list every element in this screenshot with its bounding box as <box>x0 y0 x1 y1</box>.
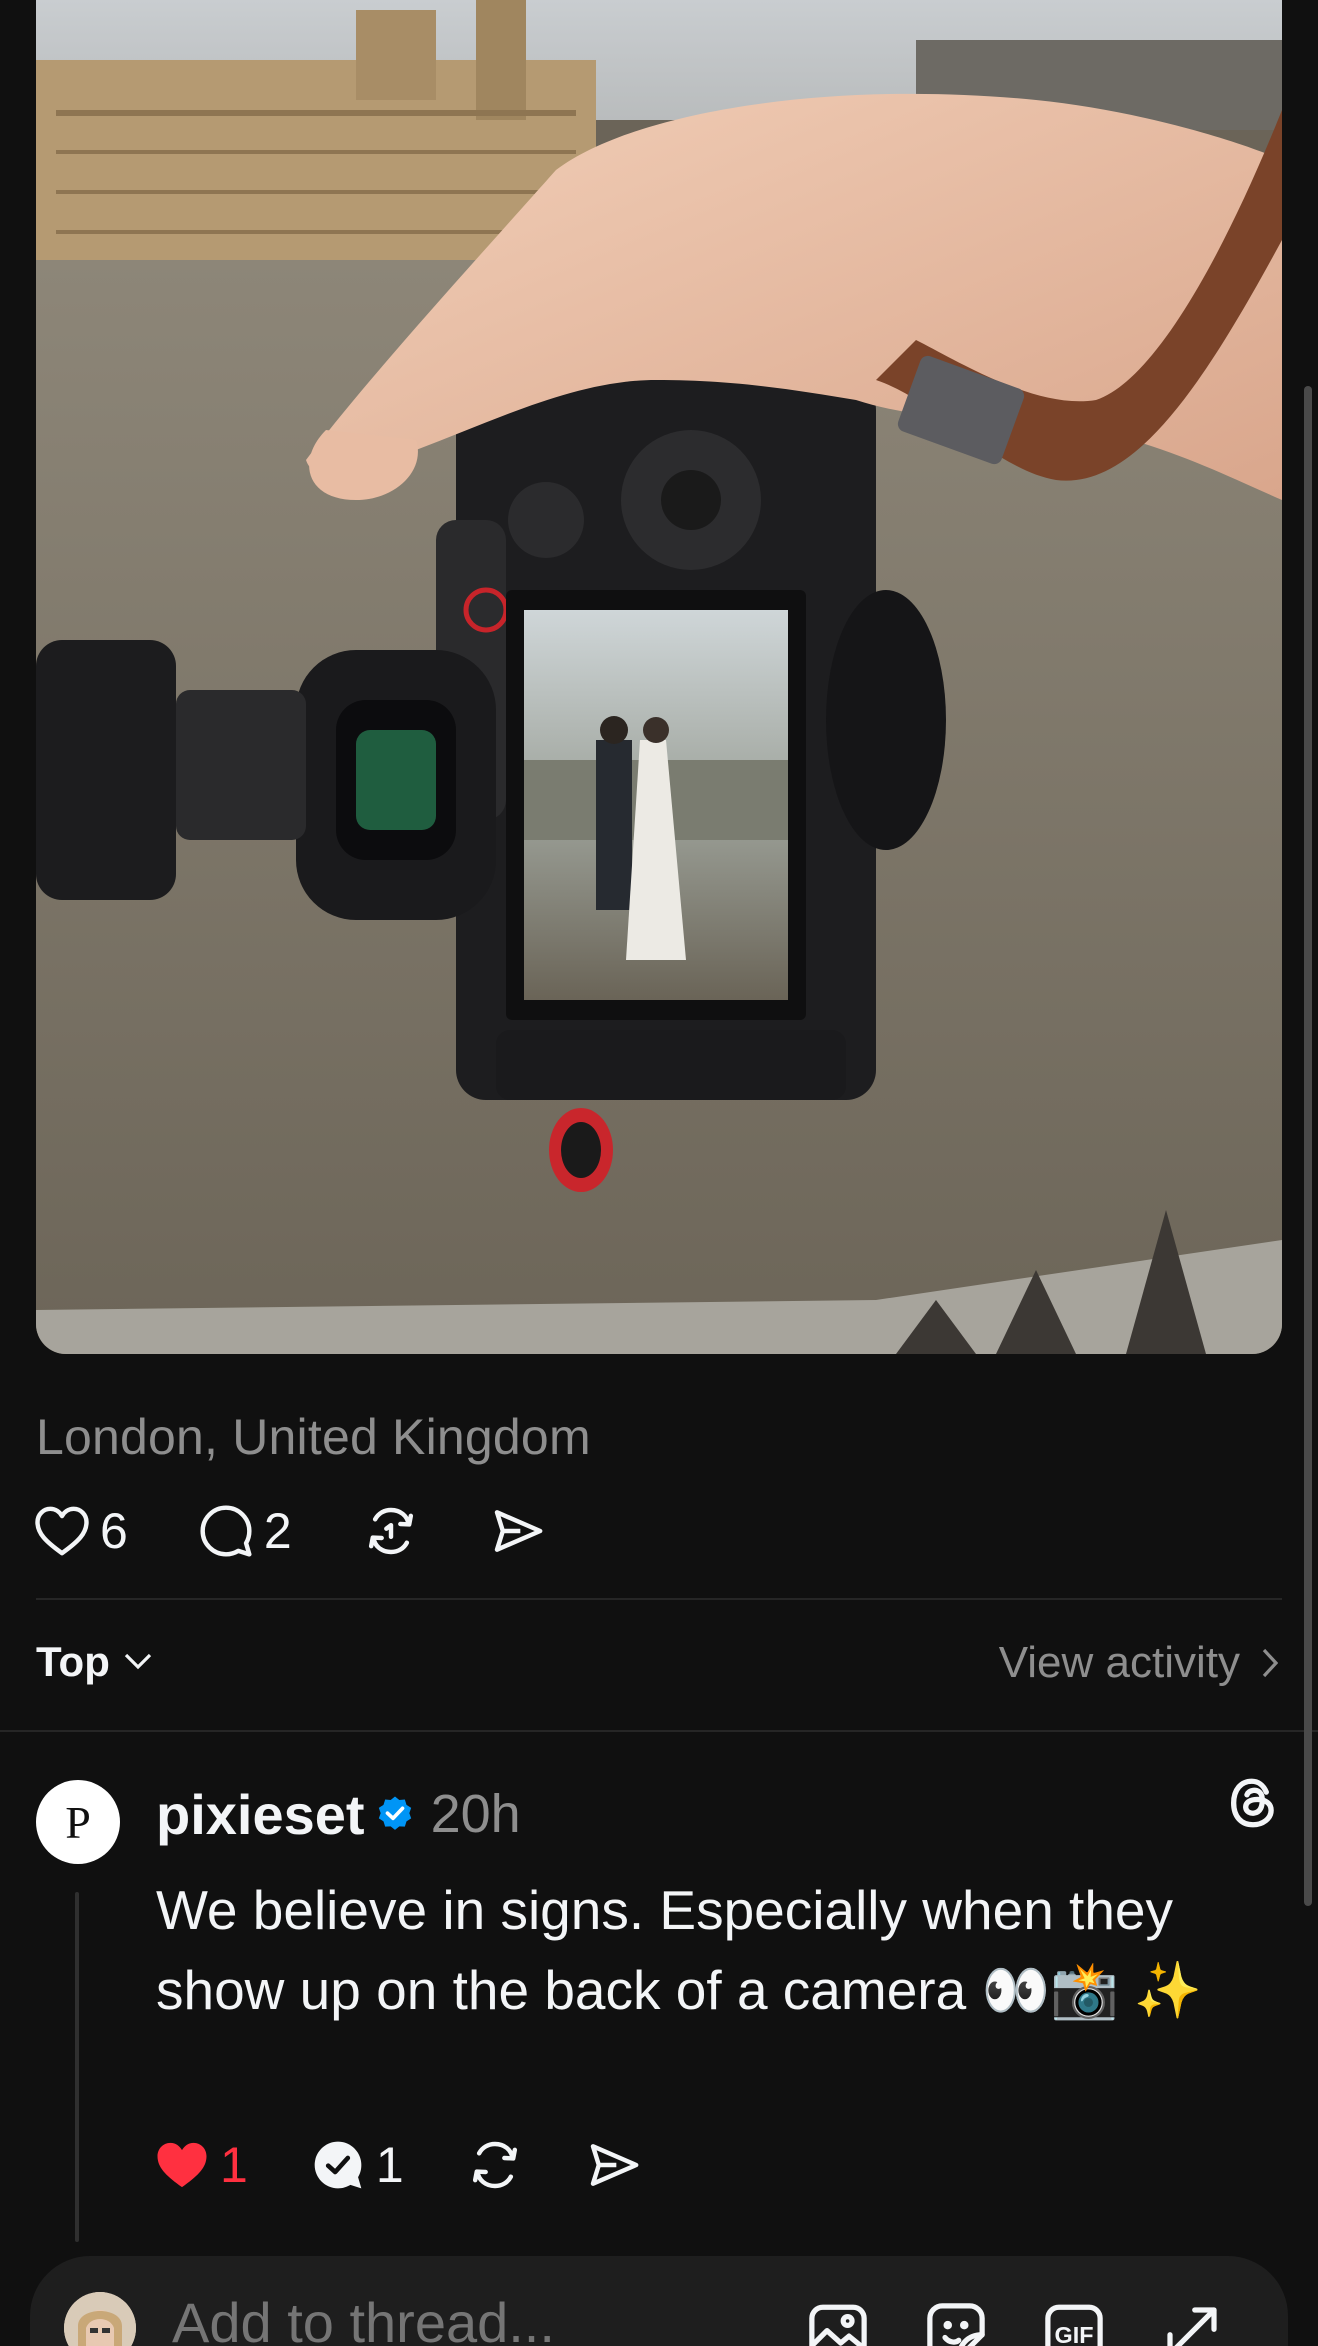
composer-avatar <box>64 2292 136 2346</box>
repost-icon <box>368 1507 413 1555</box>
sort-label: Top <box>36 1638 110 1685</box>
reply-header: pixieset 20h <box>156 1778 521 1850</box>
reply-action-bar: 1 1 <box>154 2130 704 2200</box>
camera-in-hand-over-river-photo <box>36 0 1282 1354</box>
chevron-right-icon <box>1262 1648 1278 1678</box>
add-media-button[interactable] <box>802 2296 874 2346</box>
like-count: 6 <box>100 1503 128 1559</box>
threads-post-detail: London, United Kingdom 6 2 Top View acti… <box>0 0 1318 2346</box>
repost-button[interactable] <box>362 1503 420 1559</box>
add-sticker-button[interactable] <box>920 2296 992 2346</box>
section-divider <box>36 1598 1282 1600</box>
threads-logo-icon[interactable] <box>1224 1774 1282 1832</box>
like-button[interactable]: 6 <box>34 1502 128 1560</box>
add-gif-button[interactable]: GIF <box>1038 2296 1110 2346</box>
chevron-down-icon <box>124 1653 151 1670</box>
post-location[interactable]: London, United Kingdom <box>36 1408 591 1466</box>
sort-divider <box>0 1730 1318 1732</box>
heart-filled-icon <box>157 2142 207 2188</box>
comment-button[interactable]: 2 <box>198 1502 292 1560</box>
share-send-icon <box>494 1510 543 1552</box>
post-photo[interactable] <box>36 0 1282 1354</box>
repost-icon <box>472 2141 517 2189</box>
heart-icon <box>35 1506 89 1556</box>
sticker-icon <box>927 2303 985 2346</box>
expand-composer-button[interactable] <box>1156 2296 1228 2346</box>
reply-like-count: 1 <box>220 2137 248 2193</box>
reply-username[interactable]: pixieset <box>156 1782 365 1847</box>
reply-bubble-icon <box>314 2141 362 2189</box>
composer-tools: GIF <box>756 2296 1228 2346</box>
reply-like-button[interactable]: 1 <box>154 2136 248 2194</box>
scrollbar[interactable] <box>1304 386 1312 1906</box>
reply-text: We believe in signs. Especially when the… <box>156 1879 1203 2021</box>
comment-count: 2 <box>263 1503 292 1559</box>
reply-comment-button[interactable]: 1 <box>310 2136 404 2194</box>
view-activity-link[interactable]: View activity <box>999 1638 1278 1688</box>
thread-composer[interactable]: GIF <box>30 2256 1288 2346</box>
share-send-icon <box>590 2144 639 2186</box>
user-avatar-photo <box>64 2292 136 2346</box>
comment-bubble-icon <box>200 1505 252 1557</box>
reply-timestamp: 20h <box>430 1784 521 1844</box>
sort-dropdown[interactable]: Top <box>36 1638 152 1686</box>
thread-reply-input[interactable] <box>172 2290 672 2346</box>
gif-icon: GIF <box>1045 2304 1103 2346</box>
reply-repost-button[interactable] <box>466 2137 524 2193</box>
expand-icon <box>1167 2307 1217 2346</box>
share-button[interactable] <box>490 1503 546 1559</box>
view-activity-label: View activity <box>998 1638 1240 1687</box>
post-action-bar: 6 2 <box>34 1496 616 1566</box>
thread-line <box>75 1892 79 2242</box>
verified-badge-icon <box>378 1796 411 1830</box>
reply-share-button[interactable] <box>586 2137 642 2193</box>
reply-comment-count: 1 <box>375 2137 404 2193</box>
svg-text:GIF: GIF <box>1055 2322 1094 2346</box>
gallery-icon <box>809 2304 867 2346</box>
reply-avatar[interactable]: P <box>36 1780 120 1864</box>
